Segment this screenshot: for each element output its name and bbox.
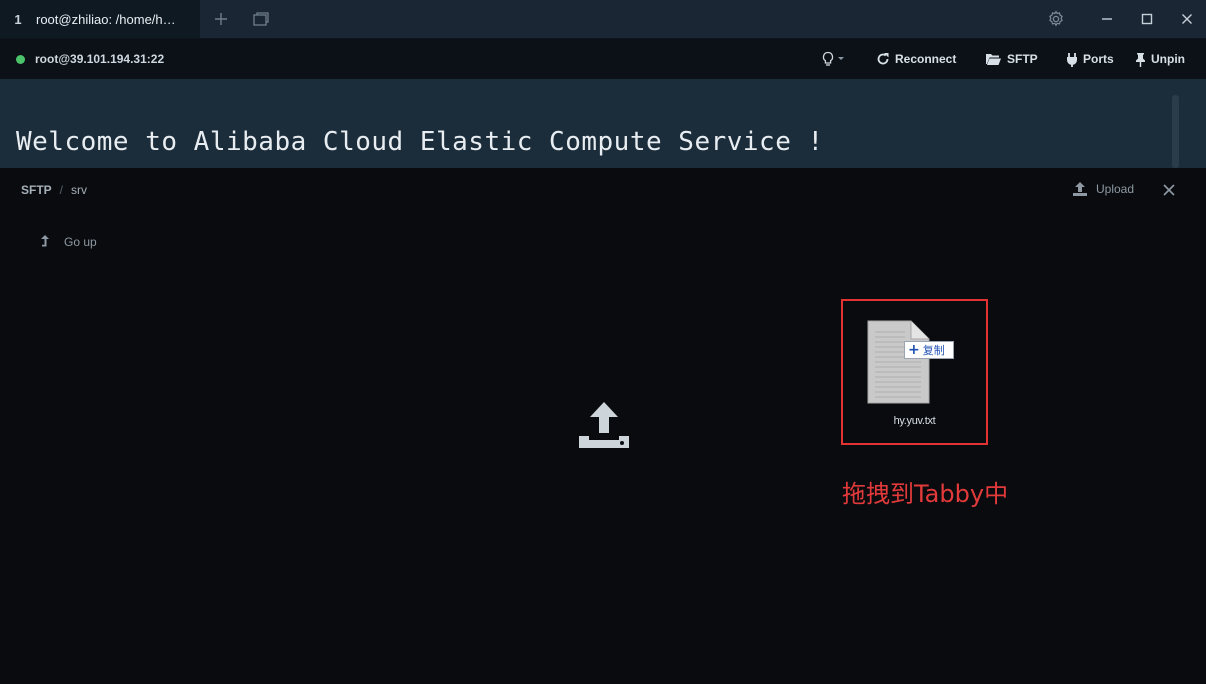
status-dot (16, 54, 25, 64)
breadcrumb-root[interactable]: SFTP (21, 183, 52, 197)
terminal-output[interactable]: Welcome to Alibaba Cloud Elastic Compute… (0, 79, 1206, 168)
terminal-welcome-text: Welcome to Alibaba Cloud Elastic Compute… (16, 127, 824, 157)
sftp-panel: SFTP / srv Upload Go up (0, 168, 1206, 684)
tab-title: root@zhiliao: /home/h… (36, 11, 176, 27)
host-label: root@39.101.194.31:22 (16, 39, 164, 79)
redo-icon (877, 53, 889, 65)
ports-label: Ports (1083, 52, 1114, 66)
copy-badge-label: 复制 (922, 344, 945, 357)
close-sftp-icon[interactable] (1162, 183, 1178, 199)
host-text: root@39.101.194.31:22 (35, 52, 165, 66)
plug-icon (1067, 52, 1077, 67)
maximize-icon[interactable] (1137, 9, 1157, 29)
sftp-button[interactable]: SFTP (985, 39, 1038, 79)
copy-badge: + 复制 (904, 341, 954, 359)
dragged-file-name: hy.yuv.txt (893, 415, 936, 427)
sftp-label: SFTP (1007, 52, 1038, 66)
session-toolbar: root@39.101.194.31:22 Reconnect SFTP Por… (0, 39, 1206, 79)
window-icon[interactable] (251, 9, 271, 29)
terminal-scrollbar[interactable] (1172, 95, 1179, 168)
drag-highlight-box: + 复制 hy.yuv.txt (841, 299, 988, 445)
tab-index: 1 (14, 11, 22, 27)
pin-icon (1136, 52, 1145, 67)
tab-terminal[interactable]: 1 root@zhiliao: /home/h… (0, 0, 200, 38)
breadcrumb: SFTP / srv (21, 183, 87, 197)
upload-label: Upload (1096, 182, 1135, 196)
text-file-icon (867, 320, 930, 404)
go-up-label: Go up (64, 235, 97, 249)
breadcrumb-separator: / (59, 183, 64, 197)
reconnect-button[interactable]: Reconnect (876, 39, 956, 79)
title-bar: 1 root@zhiliao: /home/h… (0, 0, 1206, 39)
unpin-label: Unpin (1151, 52, 1185, 66)
plus-icon: + (908, 342, 920, 358)
go-up-item[interactable]: Go up (38, 234, 97, 250)
plus-icon[interactable] (211, 9, 231, 29)
gear-icon[interactable] (1046, 9, 1066, 29)
ports-button[interactable]: Ports (1066, 39, 1114, 79)
tips-button[interactable] (821, 39, 852, 79)
reconnect-label: Reconnect (895, 52, 957, 66)
unpin-button[interactable]: Unpin (1135, 39, 1185, 79)
folder-open-icon (986, 54, 1001, 65)
minimize-icon[interactable] (1097, 9, 1117, 29)
upload-icon (1073, 182, 1087, 196)
upload-drop-icon (579, 400, 629, 450)
upload-button[interactable]: Upload (1072, 181, 1134, 197)
breadcrumb-current[interactable]: srv (71, 183, 87, 197)
close-icon[interactable] (1177, 9, 1197, 29)
level-up-icon (41, 235, 49, 247)
drag-annotation-caption: 拖拽到Tabby中 (842, 480, 1009, 508)
lightbulb-icon (822, 51, 844, 66)
